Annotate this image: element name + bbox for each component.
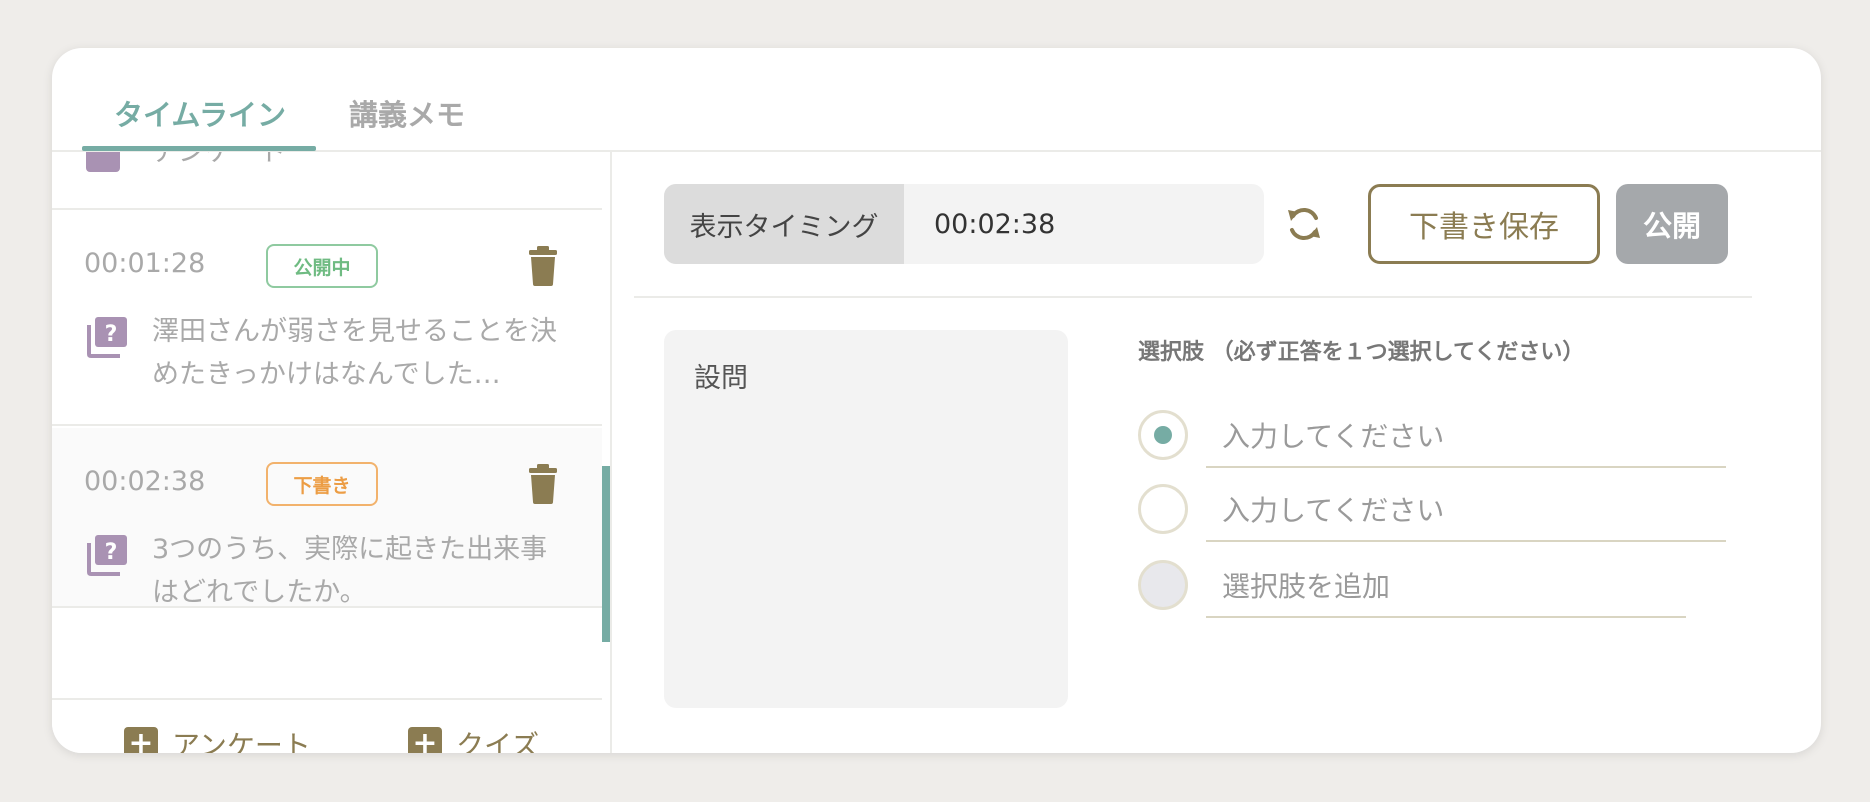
list-item[interactable]: 00:02:38 下書き ? 3つのうち、実際に起きた出来事はどれでしたか。 — [52, 428, 610, 642]
options-heading: 選択肢 （必ず正答を１つ選択してください） — [1138, 340, 1585, 365]
option-input[interactable] — [1206, 406, 1726, 468]
tab-lecture-memo[interactable]: 講義メモ — [349, 92, 465, 134]
editor-card: タイムライン 講義メモ アンケート 00:01:28 公開中 ? 澤田さんが弱さ… — [52, 48, 1821, 753]
save-draft-button[interactable]: 下書き保存 — [1368, 184, 1600, 264]
display-timing-field[interactable]: 表示タイミング 00:02:38 — [664, 184, 1264, 264]
item-time: 00:01:28 — [84, 248, 206, 279]
trash-icon[interactable] — [528, 464, 558, 504]
add-option-radio[interactable] — [1138, 560, 1188, 610]
add-survey-label: アンケート — [172, 729, 311, 753]
item-question-text: 澤田さんが弱さを見せることを決めたきっかけはなんでした… — [152, 316, 557, 390]
svg-text:?: ? — [105, 540, 118, 565]
survey-icon — [86, 152, 120, 172]
add-quiz-button[interactable]: + クイズ — [408, 724, 539, 753]
list-item[interactable]: 00:01:28 公開中 ? 澤田さんが弱さを見せることを決めたきっかけはなんで… — [52, 210, 602, 426]
publish-button[interactable]: 公開 — [1616, 184, 1728, 264]
tab-timeline[interactable]: タイムライン — [114, 92, 286, 134]
list-item[interactable]: アンケート — [52, 152, 602, 210]
svg-text:?: ? — [105, 322, 118, 347]
status-badge: 公開中 — [266, 244, 378, 288]
display-timing-value[interactable]: 00:02:38 — [934, 184, 1055, 264]
question-textarea[interactable]: 設問 — [664, 330, 1068, 708]
divider — [634, 296, 1752, 298]
quiz-icon: ? — [87, 317, 127, 358]
correct-answer-radio[interactable] — [1138, 410, 1188, 460]
quiz-editor: 表示タイミング 00:02:38 下書き保存 公開 設問 選択肢 （必ず正答を１… — [634, 152, 1812, 753]
active-tab-indicator — [82, 146, 316, 151]
add-option-input[interactable] — [1206, 556, 1686, 618]
add-option-row — [1138, 556, 1738, 618]
option-row — [1138, 480, 1738, 542]
add-item-bar: + アンケート + クイズ — [52, 698, 602, 753]
refresh-icon[interactable] — [1284, 204, 1324, 244]
add-survey-button[interactable]: + アンケート — [124, 724, 311, 753]
quiz-icon: ? — [87, 535, 127, 576]
trash-icon[interactable] — [528, 246, 558, 286]
display-timing-label: 表示タイミング — [664, 184, 904, 264]
correct-answer-radio[interactable] — [1138, 484, 1188, 534]
plus-icon: + — [124, 727, 158, 753]
option-row — [1138, 406, 1738, 468]
timeline-list[interactable]: アンケート 00:01:28 公開中 ? 澤田さんが弱さを見せることを決めたきっ… — [52, 152, 612, 753]
option-input[interactable] — [1206, 480, 1726, 542]
status-badge: 下書き — [266, 462, 378, 506]
add-quiz-label: クイズ — [456, 729, 540, 753]
item-question-text: 3つのうち、実際に起きた出来事はどれでしたか。 — [152, 534, 548, 608]
item-time: 00:02:38 — [84, 466, 206, 497]
plus-icon: + — [408, 727, 442, 753]
list-item-label: アンケート — [152, 152, 286, 168]
tab-bar: タイムライン 講義メモ — [52, 48, 1821, 152]
